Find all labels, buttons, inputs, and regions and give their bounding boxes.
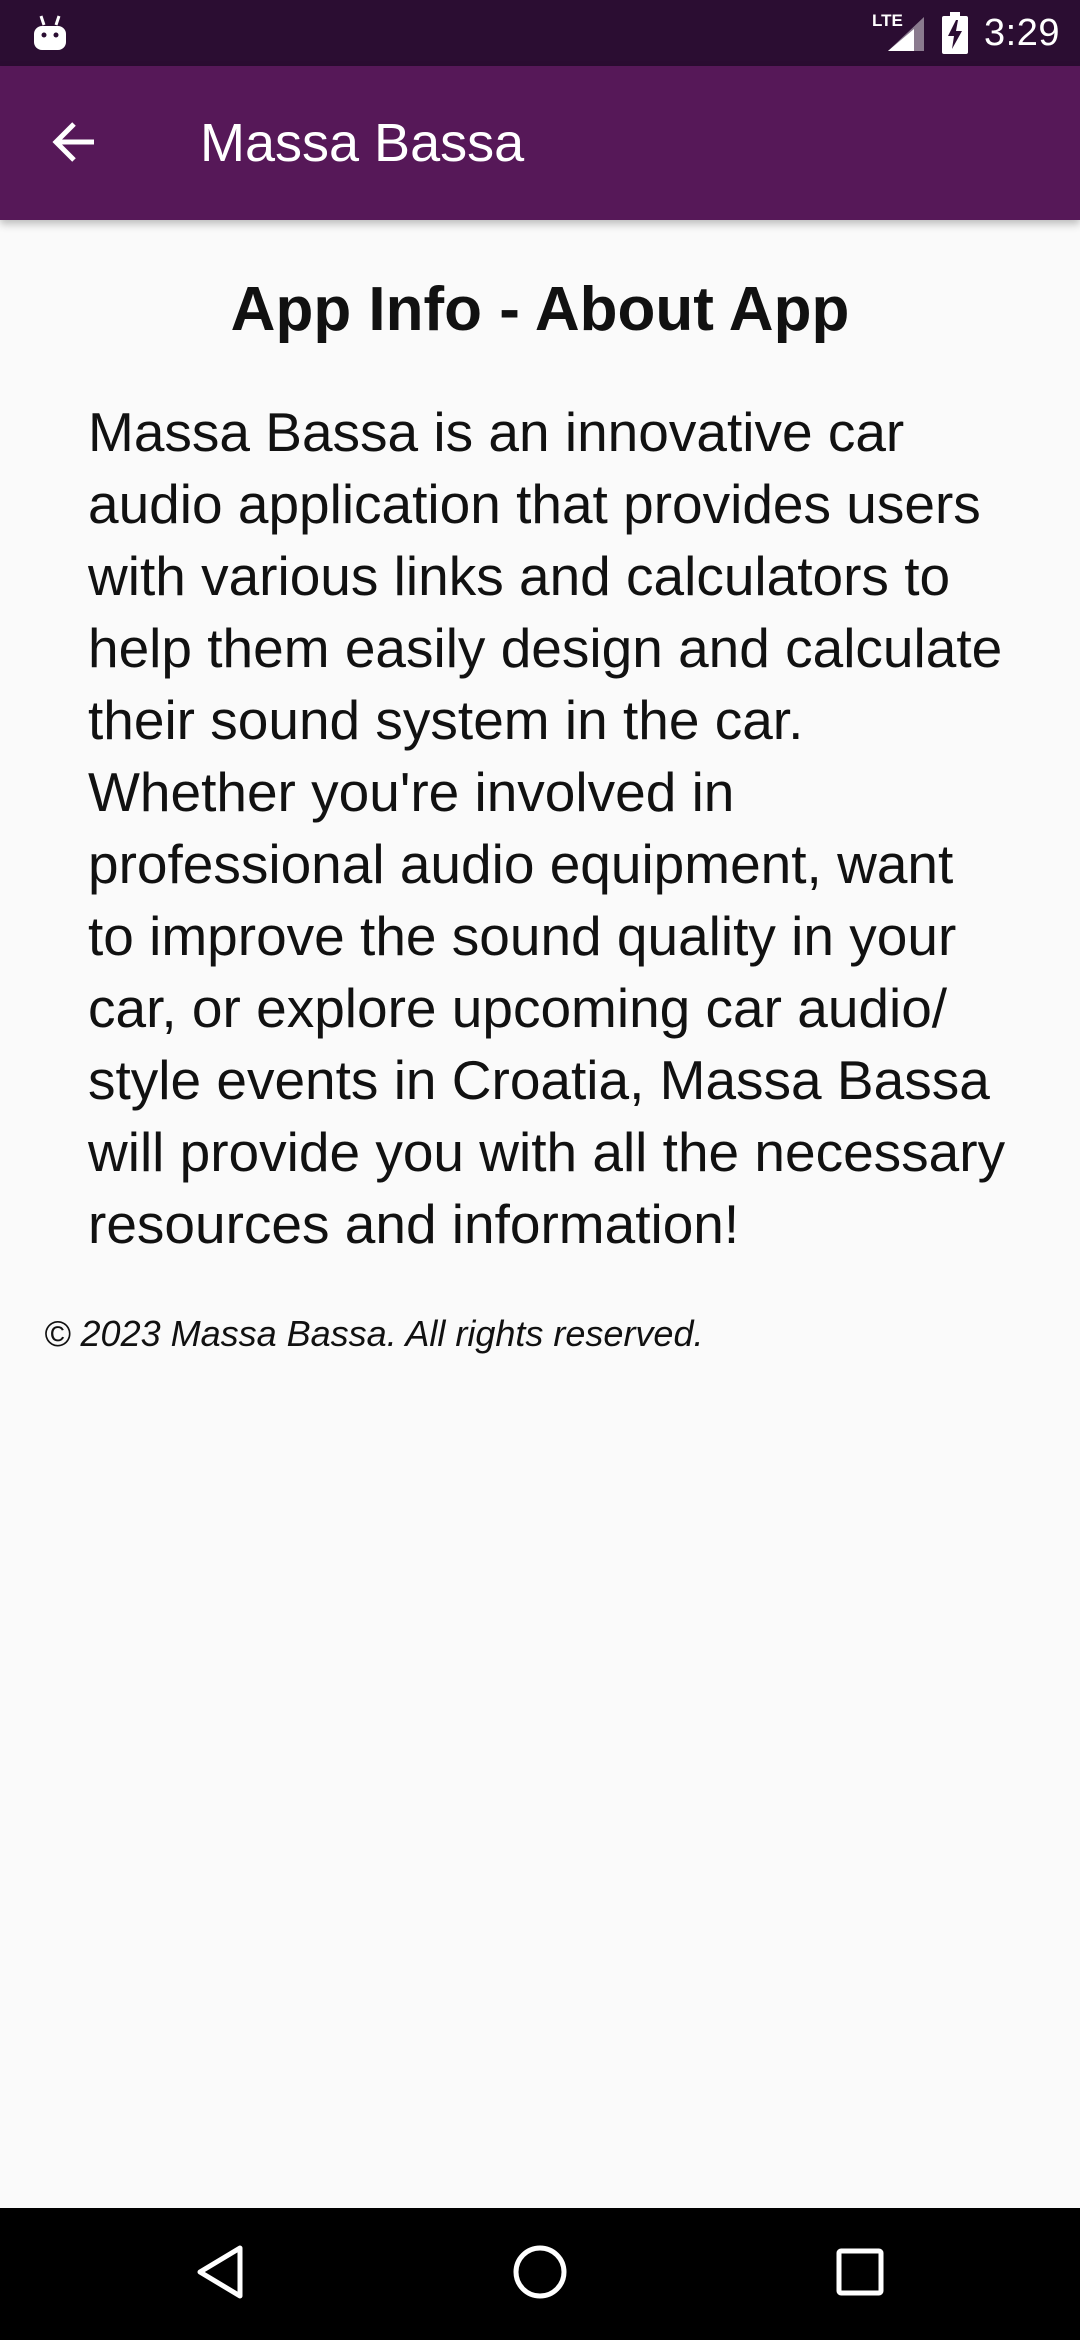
signal-icon: LTE — [872, 11, 926, 53]
back-button[interactable] — [36, 106, 112, 182]
battery-charging-icon — [942, 12, 969, 54]
copyright-text: © 2023 Massa Bassa. All rights reserved. — [44, 1313, 704, 1354]
system-nav-bar — [0, 2208, 1080, 2340]
back-triangle-icon — [194, 2244, 246, 2305]
app-bar: Massa Bassa — [0, 66, 1080, 220]
app-title: Massa Bassa — [200, 113, 525, 173]
about-description: Massa Bassa is an innovative car audio a… — [88, 401, 1006, 1255]
status-time: 3:29 — [984, 11, 1060, 54]
status-icons: LTE 3:29 — [872, 0, 1060, 66]
home-circle-icon — [512, 2244, 568, 2305]
arrow-left-icon — [50, 118, 98, 171]
nav-home-button[interactable] — [504, 2238, 576, 2310]
nav-recents-button[interactable] — [824, 2238, 896, 2310]
network-type-label: LTE — [872, 11, 903, 30]
nav-back-button[interactable] — [184, 2238, 256, 2310]
page-title: App Info - About App — [230, 275, 850, 344]
status-bar: LTE 3:29 — [0, 0, 1080, 66]
recents-square-icon — [835, 2247, 885, 2302]
android-debug-icon — [32, 12, 68, 52]
about-content: App Info - About App Massa Bassa is an i… — [0, 220, 1080, 1356]
